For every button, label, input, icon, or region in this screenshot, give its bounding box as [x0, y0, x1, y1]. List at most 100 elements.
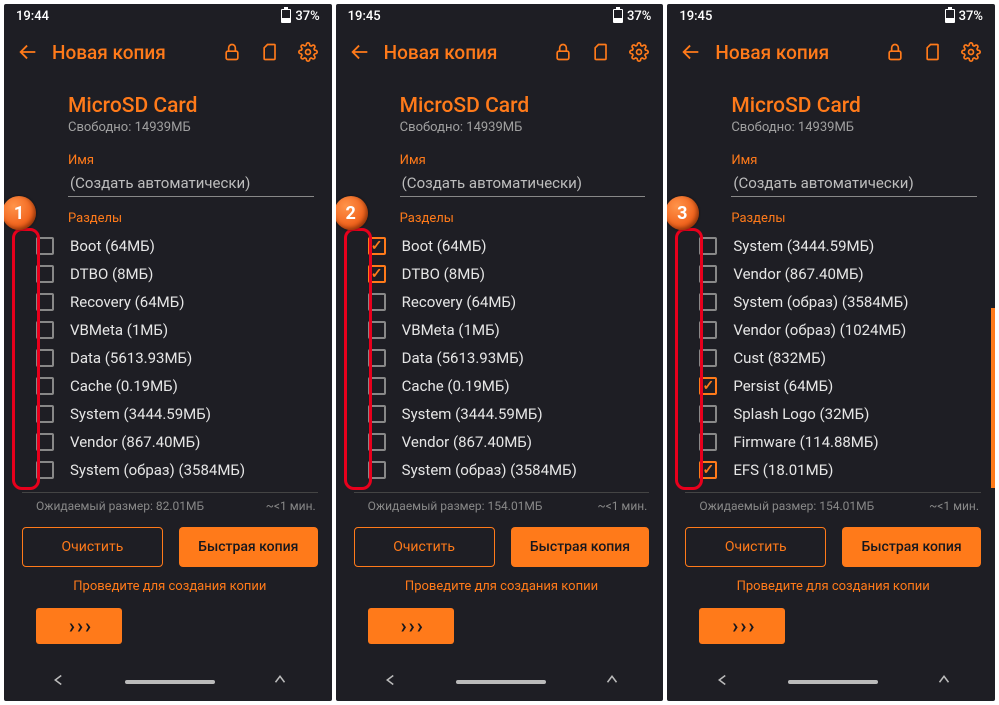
chevron-right-icon: › [69, 616, 75, 636]
nav-bar [685, 663, 981, 701]
highlight-annotation [344, 228, 372, 490]
partition-row[interactable]: System (образ) (3584МБ) [354, 456, 650, 484]
partition-row[interactable]: Vendor (867.40МБ) [354, 428, 650, 456]
partition-row[interactable]: Splash Logo (32МБ) [685, 400, 981, 428]
battery-icon [613, 9, 623, 23]
partition-label: Firmware (114.88МБ) [733, 433, 878, 451]
storage-title: MicroSD Card [354, 94, 650, 118]
back-icon[interactable] [14, 38, 42, 66]
partition-row[interactable]: System (3444.59МБ) [22, 400, 318, 428]
partition-label: Vendor (образ) (1024МБ) [733, 321, 906, 339]
name-input[interactable]: (Создать автоматически) [400, 170, 646, 197]
partitions-list: Boot (64МБ) DTBO (8МБ) Recovery (64МБ) [354, 232, 650, 484]
partition-label: System (3444.59МБ) [733, 237, 874, 255]
clear-button[interactable]: Очистить [354, 527, 495, 567]
partition-row[interactable]: Firmware (114.88МБ) [685, 428, 981, 456]
nav-up-icon[interactable] [603, 671, 621, 693]
partition-row[interactable]: Cache (0.19МБ) [354, 372, 650, 400]
partition-label: System (3444.59МБ) [402, 405, 543, 423]
partition-label: Vendor (867.40МБ) [402, 433, 532, 451]
nav-back-icon[interactable] [714, 671, 732, 693]
nav-up-icon[interactable] [271, 671, 289, 693]
page-title: Новая копия [384, 41, 540, 64]
step-number: 3 [667, 196, 699, 230]
partition-row[interactable]: Vendor (867.40МБ) [22, 428, 318, 456]
phone-screen: 19:45 37% Новая копия [336, 4, 664, 701]
quick-copy-button[interactable]: Быстрая копия [511, 527, 650, 567]
nav-back-icon[interactable] [382, 671, 400, 693]
status-time: 19:45 [679, 9, 712, 24]
partition-row[interactable]: System (3444.59МБ) [685, 232, 981, 260]
partition-row[interactable]: DTBO (8МБ) [354, 260, 650, 288]
action-row: Очистить Быстрая копия [354, 527, 650, 567]
partition-row[interactable]: Boot (64МБ) [22, 232, 318, 260]
clear-button[interactable]: Очистить [22, 527, 163, 567]
sdcard-icon[interactable] [256, 38, 284, 66]
nav-up-icon[interactable] [935, 671, 953, 693]
partition-row[interactable]: Recovery (64МБ) [22, 288, 318, 316]
estimate-time: ~<1 мин. [929, 499, 979, 513]
sdcard-icon[interactable] [587, 38, 615, 66]
nav-bar [22, 663, 318, 701]
partition-label: System (образ) (3584МБ) [402, 461, 577, 479]
swipe-button[interactable]: › › › [36, 608, 122, 644]
partition-row[interactable]: EFS (18.01МБ) [685, 456, 981, 484]
battery-percent: 37% [627, 9, 651, 24]
status-bar: 19:45 37% [336, 4, 664, 28]
back-icon[interactable] [346, 38, 374, 66]
partition-label: Cache (0.19МБ) [402, 377, 510, 395]
sdcard-icon[interactable] [919, 38, 947, 66]
partition-row[interactable]: Vendor (образ) (1024МБ) [685, 316, 981, 344]
gear-icon[interactable] [625, 38, 653, 66]
partition-row[interactable]: System (образ) (3584МБ) [22, 456, 318, 484]
page-title: Новая копия [52, 41, 208, 64]
partition-row[interactable]: Recovery (64МБ) [354, 288, 650, 316]
chevron-right-icon: › [85, 616, 91, 636]
partition-row[interactable]: Cust (832МБ) [685, 344, 981, 372]
name-label: Имя [22, 153, 318, 168]
clear-button[interactable]: Очистить [685, 527, 826, 567]
partitions-list: Boot (64МБ) DTBO (8МБ) Recovery (64МБ) [22, 232, 318, 484]
battery-icon [945, 9, 955, 23]
partition-row[interactable]: Data (5613.93МБ) [22, 344, 318, 372]
name-label: Имя [685, 153, 981, 168]
partition-row[interactable]: System (образ) (3584МБ) [685, 288, 981, 316]
lock-icon[interactable] [549, 38, 577, 66]
partition-row[interactable]: DTBO (8МБ) [22, 260, 318, 288]
swipe-button[interactable]: › › › [699, 608, 785, 644]
status-bar: 19:44 37% [4, 4, 332, 28]
partition-row[interactable]: Vendor (867.40МБ) [685, 260, 981, 288]
partition-row[interactable]: VBMeta (1МБ) [354, 316, 650, 344]
gear-icon[interactable] [294, 38, 322, 66]
back-icon[interactable] [677, 38, 705, 66]
partition-row[interactable]: System (3444.59МБ) [354, 400, 650, 428]
storage-free: Свободно: 14939МБ [354, 120, 650, 135]
estimate-time: ~<1 мин. [266, 499, 316, 513]
nav-home[interactable] [125, 680, 215, 684]
nav-home[interactable] [456, 680, 546, 684]
partitions-label: Разделы [685, 211, 981, 226]
partition-row[interactable]: Persist (64МБ) [685, 372, 981, 400]
nav-home[interactable] [788, 680, 878, 684]
partition-label: Cust (832МБ) [733, 349, 826, 367]
lock-icon[interactable] [218, 38, 246, 66]
storage-free: Свободно: 14939МБ [685, 120, 981, 135]
storage-free: Свободно: 14939МБ [22, 120, 318, 135]
nav-back-icon[interactable] [50, 671, 68, 693]
swipe-button[interactable]: › › › [368, 608, 454, 644]
name-input[interactable]: (Создать автоматически) [68, 170, 314, 197]
gear-icon[interactable] [957, 38, 985, 66]
quick-copy-button[interactable]: Быстрая копия [842, 527, 981, 567]
partition-row[interactable]: VBMeta (1МБ) [22, 316, 318, 344]
content-area: MicroSD Card Свободно: 14939МБ Имя (Созд… [4, 76, 332, 701]
partition-label: Data (5613.93МБ) [402, 349, 524, 367]
step-badge: 2 [336, 196, 368, 230]
partition-row[interactable]: Data (5613.93МБ) [354, 344, 650, 372]
swipe-hint: Проведите для создания копии [685, 579, 981, 594]
lock-icon[interactable] [881, 38, 909, 66]
partition-row[interactable]: Boot (64МБ) [354, 232, 650, 260]
partition-label: Data (5613.93МБ) [70, 349, 192, 367]
partition-row[interactable]: Cache (0.19МБ) [22, 372, 318, 400]
quick-copy-button[interactable]: Быстрая копия [179, 527, 318, 567]
name-input[interactable]: (Создать автоматически) [731, 170, 977, 197]
